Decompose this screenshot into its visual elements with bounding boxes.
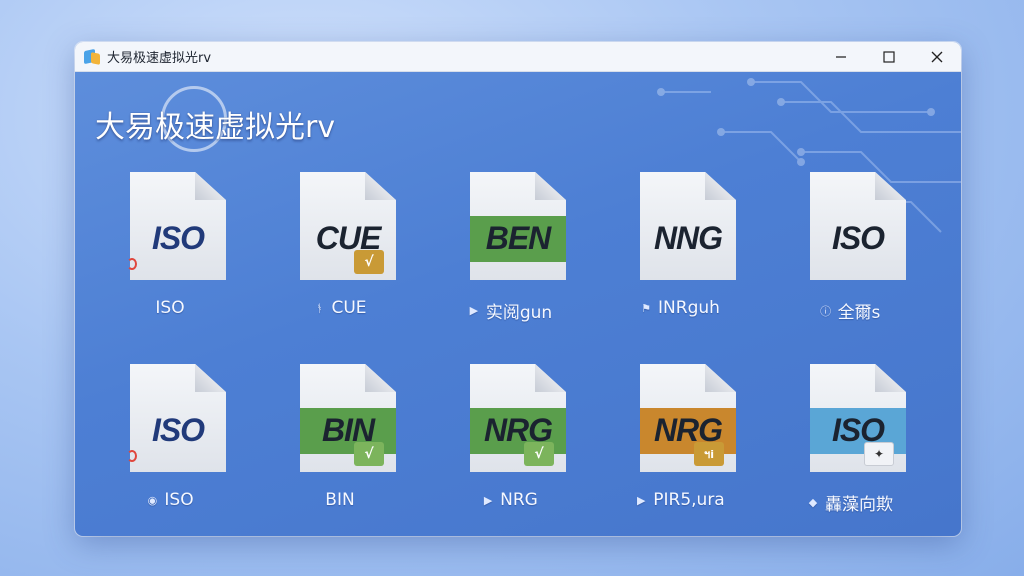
format-caption: ᚬ CUE (270, 298, 410, 318)
caption-text: 全爾s (837, 303, 881, 323)
close-icon (931, 51, 943, 62)
file-icon: ISO (127, 172, 226, 284)
file-type-label: NNG (653, 220, 723, 256)
red-mark-icon (127, 450, 137, 462)
format-tile-iso-2[interactable]: ISO ⓘ 全爾s (780, 172, 920, 342)
app-window: 大易极速虚拟光rv 大易极速虚拟光rv ISO ISO CUE √ ᚬ CUE … (75, 42, 961, 536)
minimize-icon (836, 55, 846, 58)
file-icon: ISO ✦ (810, 364, 906, 476)
play-icon: ▶ (469, 304, 479, 317)
caption-text: PIR5,ura (653, 490, 725, 510)
format-tile-nng[interactable]: NNG ⚑ INRguh (610, 172, 750, 342)
file-icon: NRG √ (470, 364, 566, 476)
play-icon: ▶ (483, 493, 493, 507)
disc-icon: ◉ (147, 493, 158, 507)
close-button[interactable] (913, 42, 961, 72)
info-icon: ⓘ (820, 304, 832, 318)
caption-text: ISO (155, 298, 185, 318)
minimize-button[interactable] (817, 42, 865, 72)
caption-text: INRguh (658, 298, 720, 318)
file-type-label: ISO (151, 220, 205, 256)
format-caption: ▶ NRG (440, 490, 580, 510)
format-tile-nrg-2[interactable]: NRG ฯi ▶ PIR5,ura (610, 364, 750, 534)
file-icon: BEN (470, 172, 566, 284)
format-tile-iso-4[interactable]: ISO ✦ ◆ 轟藻向欺 (780, 364, 920, 534)
caption-text: NRG (500, 490, 538, 510)
format-tile-ben[interactable]: BEN ▶ 实阅gun (440, 172, 580, 342)
format-caption: ▶ PIR5,ura (610, 490, 750, 510)
format-caption: BIN (270, 490, 410, 510)
file-type-label: ISO (831, 220, 885, 256)
format-tile-bin[interactable]: BIN √ BIN (270, 364, 410, 534)
format-caption: ◆ 轟藻向欺 (780, 490, 920, 515)
format-tile-iso[interactable]: ISO ISO (100, 172, 240, 342)
image-format-grid: ISO ISO CUE √ ᚬ CUE BEN ▶ 实阅gun NNG ⚑ IN… (75, 72, 961, 536)
window-title: 大易极速虚拟光rv (107, 51, 212, 66)
caption-text: CUE (331, 298, 367, 318)
format-tile-cue[interactable]: CUE √ ᚬ CUE (270, 172, 410, 342)
file-icon: NRG ฯi (640, 364, 736, 476)
format-caption: ISO (100, 298, 240, 318)
main-content: 大易极速虚拟光rv ISO ISO CUE √ ᚬ CUE BEN ▶ 实阅gu… (75, 72, 961, 536)
file-icon: CUE √ (300, 172, 396, 284)
file-type-label: ISO (151, 412, 205, 448)
format-caption: ⚑ INRguh (610, 298, 750, 318)
caption-text: ISO (164, 490, 194, 510)
file-type-label: BEN (485, 220, 552, 256)
format-caption: ⓘ 全爾s (780, 298, 920, 323)
diamond-icon: ◆ (808, 496, 818, 509)
format-caption: ▶ 实阅gun (440, 298, 580, 323)
check-badge-icon: √ (354, 442, 384, 466)
file-icon: BIN √ (300, 364, 396, 476)
badge-icon: ฯi (694, 442, 724, 466)
caption-text: BIN (325, 490, 355, 510)
check-badge-icon: √ (524, 442, 554, 466)
file-icon: NNG (640, 172, 736, 284)
caption-text: 实阅gun (485, 303, 553, 323)
plug-icon: ᚬ (316, 301, 323, 315)
format-tile-iso-3[interactable]: ISO ◉ ISO (100, 364, 240, 534)
format-tile-nrg[interactable]: NRG √ ▶ NRG (440, 364, 580, 534)
flag-icon: ⚑ (641, 301, 651, 315)
format-caption: ◉ ISO (100, 490, 240, 510)
colorful-badge-icon: ✦ (864, 442, 894, 466)
title-bar[interactable]: 大易极速虚拟光rv (75, 42, 961, 72)
play-icon: ▶ (637, 493, 646, 507)
maximize-button[interactable] (865, 42, 913, 72)
caption-text: 轟藻向欺 (825, 495, 893, 515)
file-icon: ISO (127, 364, 226, 476)
red-mark-icon (127, 258, 137, 270)
check-badge-icon: √ (354, 250, 384, 274)
maximize-icon (883, 50, 895, 63)
file-icon: ISO (810, 172, 906, 284)
app-logo-icon (83, 48, 101, 66)
